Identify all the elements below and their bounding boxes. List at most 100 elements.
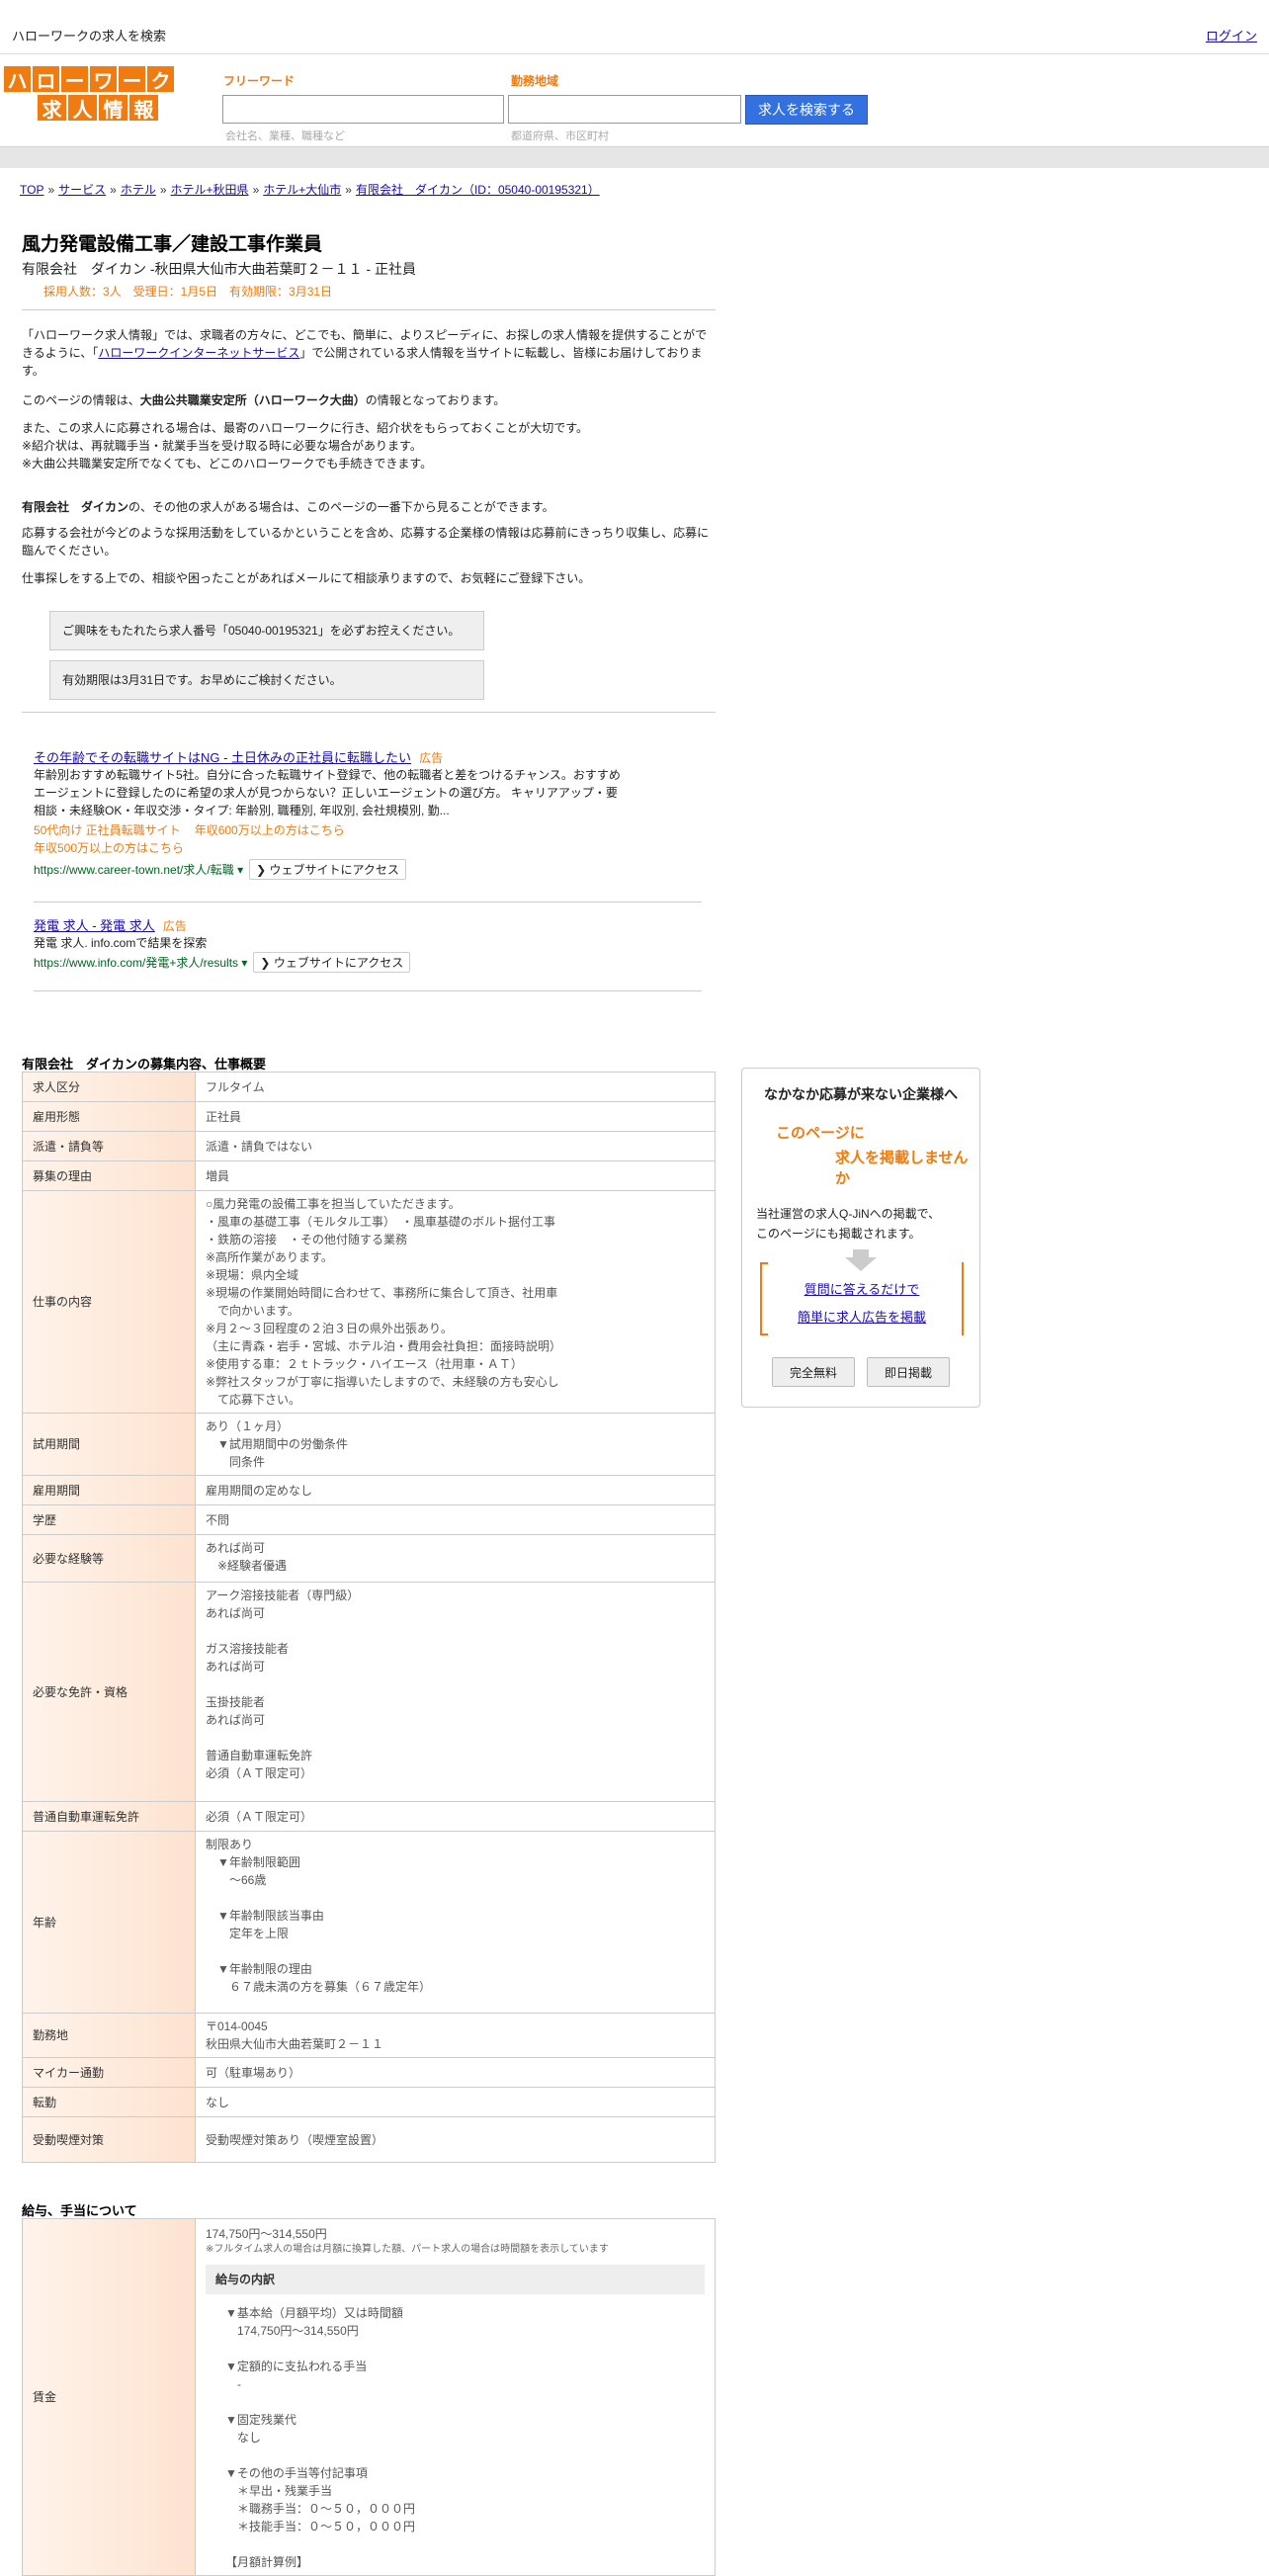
- hellowork-internet-service-link[interactable]: ハローワークインターネットサービス: [98, 346, 299, 360]
- logo-char: ク: [147, 66, 174, 93]
- same-day-button[interactable]: 即日掲載: [867, 1357, 950, 1387]
- table-row: マイカー通勤 可（駐車場あり）: [22, 2057, 716, 2088]
- table-row: 転勤 なし: [22, 2087, 716, 2117]
- table-row: 勤務地 〒014-0045 秋田県大仙市大曲若葉町２－１１: [22, 2013, 716, 2058]
- hellowork-logo[interactable]: ハローワーク 求人情報: [4, 66, 178, 122]
- ad-2: 発電 求人 - 発電 求人 広告 発電 求人. info.comで結果を探索 ht…: [34, 915, 627, 973]
- wage-breakdown: ▼基本給（月額平均）又は時間額 174,750円〜314,550円 ▼定額的に支…: [225, 2306, 416, 2569]
- search-button[interactable]: 求人を検索する: [745, 95, 868, 125]
- advertise-link-post[interactable]: 簡単に求人広告を掲載: [762, 1304, 962, 1331]
- ad-1-sitelink-500[interactable]: 年収500万以上の方はこちら: [34, 841, 184, 855]
- breadcrumb-hotel-akita[interactable]: ホテル+秋田県: [171, 183, 249, 197]
- ad-2-title[interactable]: 発電 求人 - 発電 求人: [34, 918, 155, 933]
- table-value: なし: [195, 2087, 716, 2117]
- top-bar: ハローワークの求人を検索 ログイン: [0, 0, 1269, 54]
- dropdown-caret-icon[interactable]: ▾: [238, 956, 247, 970]
- table-row: 仕事の内容 ○風力発電の設備工事を担当していただきます。 ・風車の基礎工事（モルタ…: [22, 1190, 716, 1414]
- job-title: 風力発電設備工事／建設工事作業員: [22, 234, 323, 255]
- job-main: 風力発電設備工事／建設工事作業員 有限会社 ダイカン -秋田県大仙市大曲若葉町２…: [22, 229, 718, 713]
- breadcrumb-top[interactable]: TOP: [20, 183, 43, 197]
- header: ハローワーク 求人情報 フリーワード 会社名、業種、職種など 勤務地域 都道府県…: [0, 54, 1269, 145]
- table-value: 〒014-0045 秋田県大仙市大曲若葉町２－１１: [195, 2013, 716, 2058]
- table-value: 不問: [195, 1504, 716, 1535]
- ad-1: その年齢でその転職サイトはNG - 土日休みの正社員に転職したい 広告 年齢別おす…: [34, 747, 627, 880]
- intro-paragraph-2: このページの情報は、大曲公共職業安定所（ハローワーク大曲）の情報となっております…: [22, 393, 506, 407]
- ad-badge: 広告: [162, 919, 187, 933]
- area-input[interactable]: [508, 95, 741, 124]
- table-value: 必須（ＡＴ限定可）: [195, 1801, 716, 1832]
- header-divider-bar: [0, 146, 1269, 168]
- ad-2-url[interactable]: https://www.info.com/発電+求人/results: [34, 956, 238, 970]
- logo-char: 求: [38, 95, 66, 122]
- logo-char: ー: [61, 66, 88, 93]
- table-value: フルタイム: [195, 1072, 716, 1102]
- breadcrumb-company[interactable]: 有限会社 ダイカン（ID：05040-00195321）: [356, 183, 600, 197]
- login-link[interactable]: ログイン: [1206, 26, 1257, 44]
- freeword-input[interactable]: [222, 95, 504, 124]
- table-key: 受動喫煙対策: [22, 2116, 196, 2163]
- table-key: 賃金: [22, 2218, 196, 2576]
- wage-breakdown-title: 給与の内訳: [206, 2265, 705, 2294]
- free-button[interactable]: 完全無料: [772, 1357, 855, 1387]
- table-value: 派遣・請負ではない: [195, 1131, 716, 1161]
- intro-paragraph-6: 仕事探しをする上での、相談や困ったことがあればメールにて相談承りますので、お気軽…: [22, 571, 591, 585]
- intro-paragraph-5: 応募する会社が今どのような採用活動をしているかということを含め、応募する企業様の…: [22, 526, 710, 558]
- ad-1-sitelink-600[interactable]: 年収600万以上の方はこちら: [195, 823, 345, 837]
- advertise-link-questions[interactable]: 質問に答えるだけで: [762, 1276, 962, 1304]
- wage-section-title: 給与、手当について: [22, 2203, 137, 2218]
- area-placeholder: 都道府県、市区町村: [511, 130, 609, 142]
- table-value: アーク溶接技能者（専門級） あれば尚可 ガス溶接技能者 あれば尚可 玉掛技能者 …: [195, 1582, 716, 1802]
- breadcrumb-hotel-daisen[interactable]: ホテル+大仙市: [263, 183, 341, 197]
- logo-char: 報: [129, 95, 158, 122]
- table-value: あれば尚可 ※経験者優遇: [195, 1534, 716, 1583]
- table-row: 学歴 不問: [22, 1504, 716, 1535]
- chevron-right-icon: ❯: [256, 863, 270, 877]
- intro-paragraph-3: また、この求人に応募される場合は、最寄のハローワークに行き、紹介状をもらっておく…: [22, 421, 589, 471]
- table-value: 受動喫煙対策あり（喫煙室設置）: [195, 2116, 716, 2163]
- intro-paragraph-4: 有限会社 ダイカンの、その他の求人がある場合は、このページの一番下から見ることが…: [22, 500, 554, 514]
- breadcrumb-hotel[interactable]: ホテル: [121, 183, 156, 197]
- dropdown-caret-icon[interactable]: ▾: [234, 863, 243, 877]
- table-value: 制限あり ▼年齢制限範囲 〜66歳 ▼年齢制限該当事由 定年を上限 ▼年齢制限の…: [195, 1831, 716, 2014]
- table-key: 雇用形態: [22, 1101, 196, 1132]
- wage-note: ※フルタイム求人の場合は月額に換算した額、パート求人の場合は時間額を表示していま…: [206, 2244, 609, 2255]
- logo-char: ー: [119, 66, 145, 93]
- freeword-placeholder: 会社名、業種、職種など: [225, 130, 345, 142]
- logo-char: 情: [99, 95, 127, 122]
- company-line: 有限会社 ダイカン -秋田県大仙市大曲若葉町２－１１ - 正社員: [22, 261, 416, 277]
- breadcrumb-service[interactable]: サービス: [58, 183, 106, 197]
- table-key: 雇用期間: [22, 1475, 196, 1505]
- table-row: 雇用形態 正社員: [22, 1101, 716, 1132]
- table-key: 必要な経験等: [22, 1534, 196, 1583]
- table-row: 募集の理由 増員: [22, 1160, 716, 1191]
- table-key: 転勤: [22, 2087, 196, 2117]
- table-value: 雇用期間の定めなし: [195, 1475, 716, 1505]
- divider: [22, 712, 716, 713]
- ad-2-description: 発電 求人. info.comで結果を探索: [34, 936, 208, 950]
- table-key: 派遣・請負等: [22, 1131, 196, 1161]
- table-row: 年齢 制限あり ▼年齢制限範囲 〜66歳 ▼年齢制限該当事由 定年を上限 ▼年齢制…: [22, 1831, 716, 2014]
- down-arrow-icon: [853, 1249, 869, 1257]
- table-row: 試用期間 あり（１ヶ月） ▼試用期間中の労働条件 同条件: [22, 1413, 716, 1476]
- table-row: 普通自動車運転免許 必須（ＡＴ限定可）: [22, 1801, 716, 1832]
- table-value: 正社員: [195, 1101, 716, 1132]
- ad-divider: [34, 990, 702, 991]
- table-value: 増員: [195, 1160, 716, 1191]
- table-key: 年齢: [22, 1831, 196, 2014]
- table-row: 求人区分 フルタイム: [22, 1072, 716, 1102]
- freeword-label: フリーワード: [223, 74, 296, 88]
- advertise-panel-heading: なかなか応募が来ない企業様へ: [764, 1086, 958, 1102]
- ad-badge: 広告: [419, 751, 444, 765]
- table-row: 受動喫煙対策 受動喫煙対策あり（喫煙室設置）: [22, 2116, 716, 2163]
- table-key: 学歴: [22, 1504, 196, 1535]
- advertise-panel-tagline-2: 求人を掲載しませんか: [835, 1150, 969, 1187]
- ad-1-url[interactable]: https://www.career-town.net/求人/転職: [34, 863, 234, 877]
- details-table: 求人区分 フルタイム 雇用形態 正社員 派遣・請負等 派遣・請負ではない 募集の理由 増員 仕事…: [22, 1072, 716, 2163]
- ad-1-title[interactable]: その年齢でその転職サイトはNG - 土日休みの正社員に転職したい: [34, 750, 411, 765]
- logo-char: 人: [68, 95, 97, 122]
- ad-2-visit-button[interactable]: ❯ ウェブサイトにアクセス: [253, 952, 411, 973]
- ad-1-visit-button[interactable]: ❯ ウェブサイトにアクセス: [249, 859, 406, 880]
- table-key: 普通自動車運転免許: [22, 1801, 196, 1832]
- ad-1-sitelink-50s[interactable]: 50代向け 正社員転職サイト: [34, 823, 181, 837]
- table-key: 試用期間: [22, 1413, 196, 1476]
